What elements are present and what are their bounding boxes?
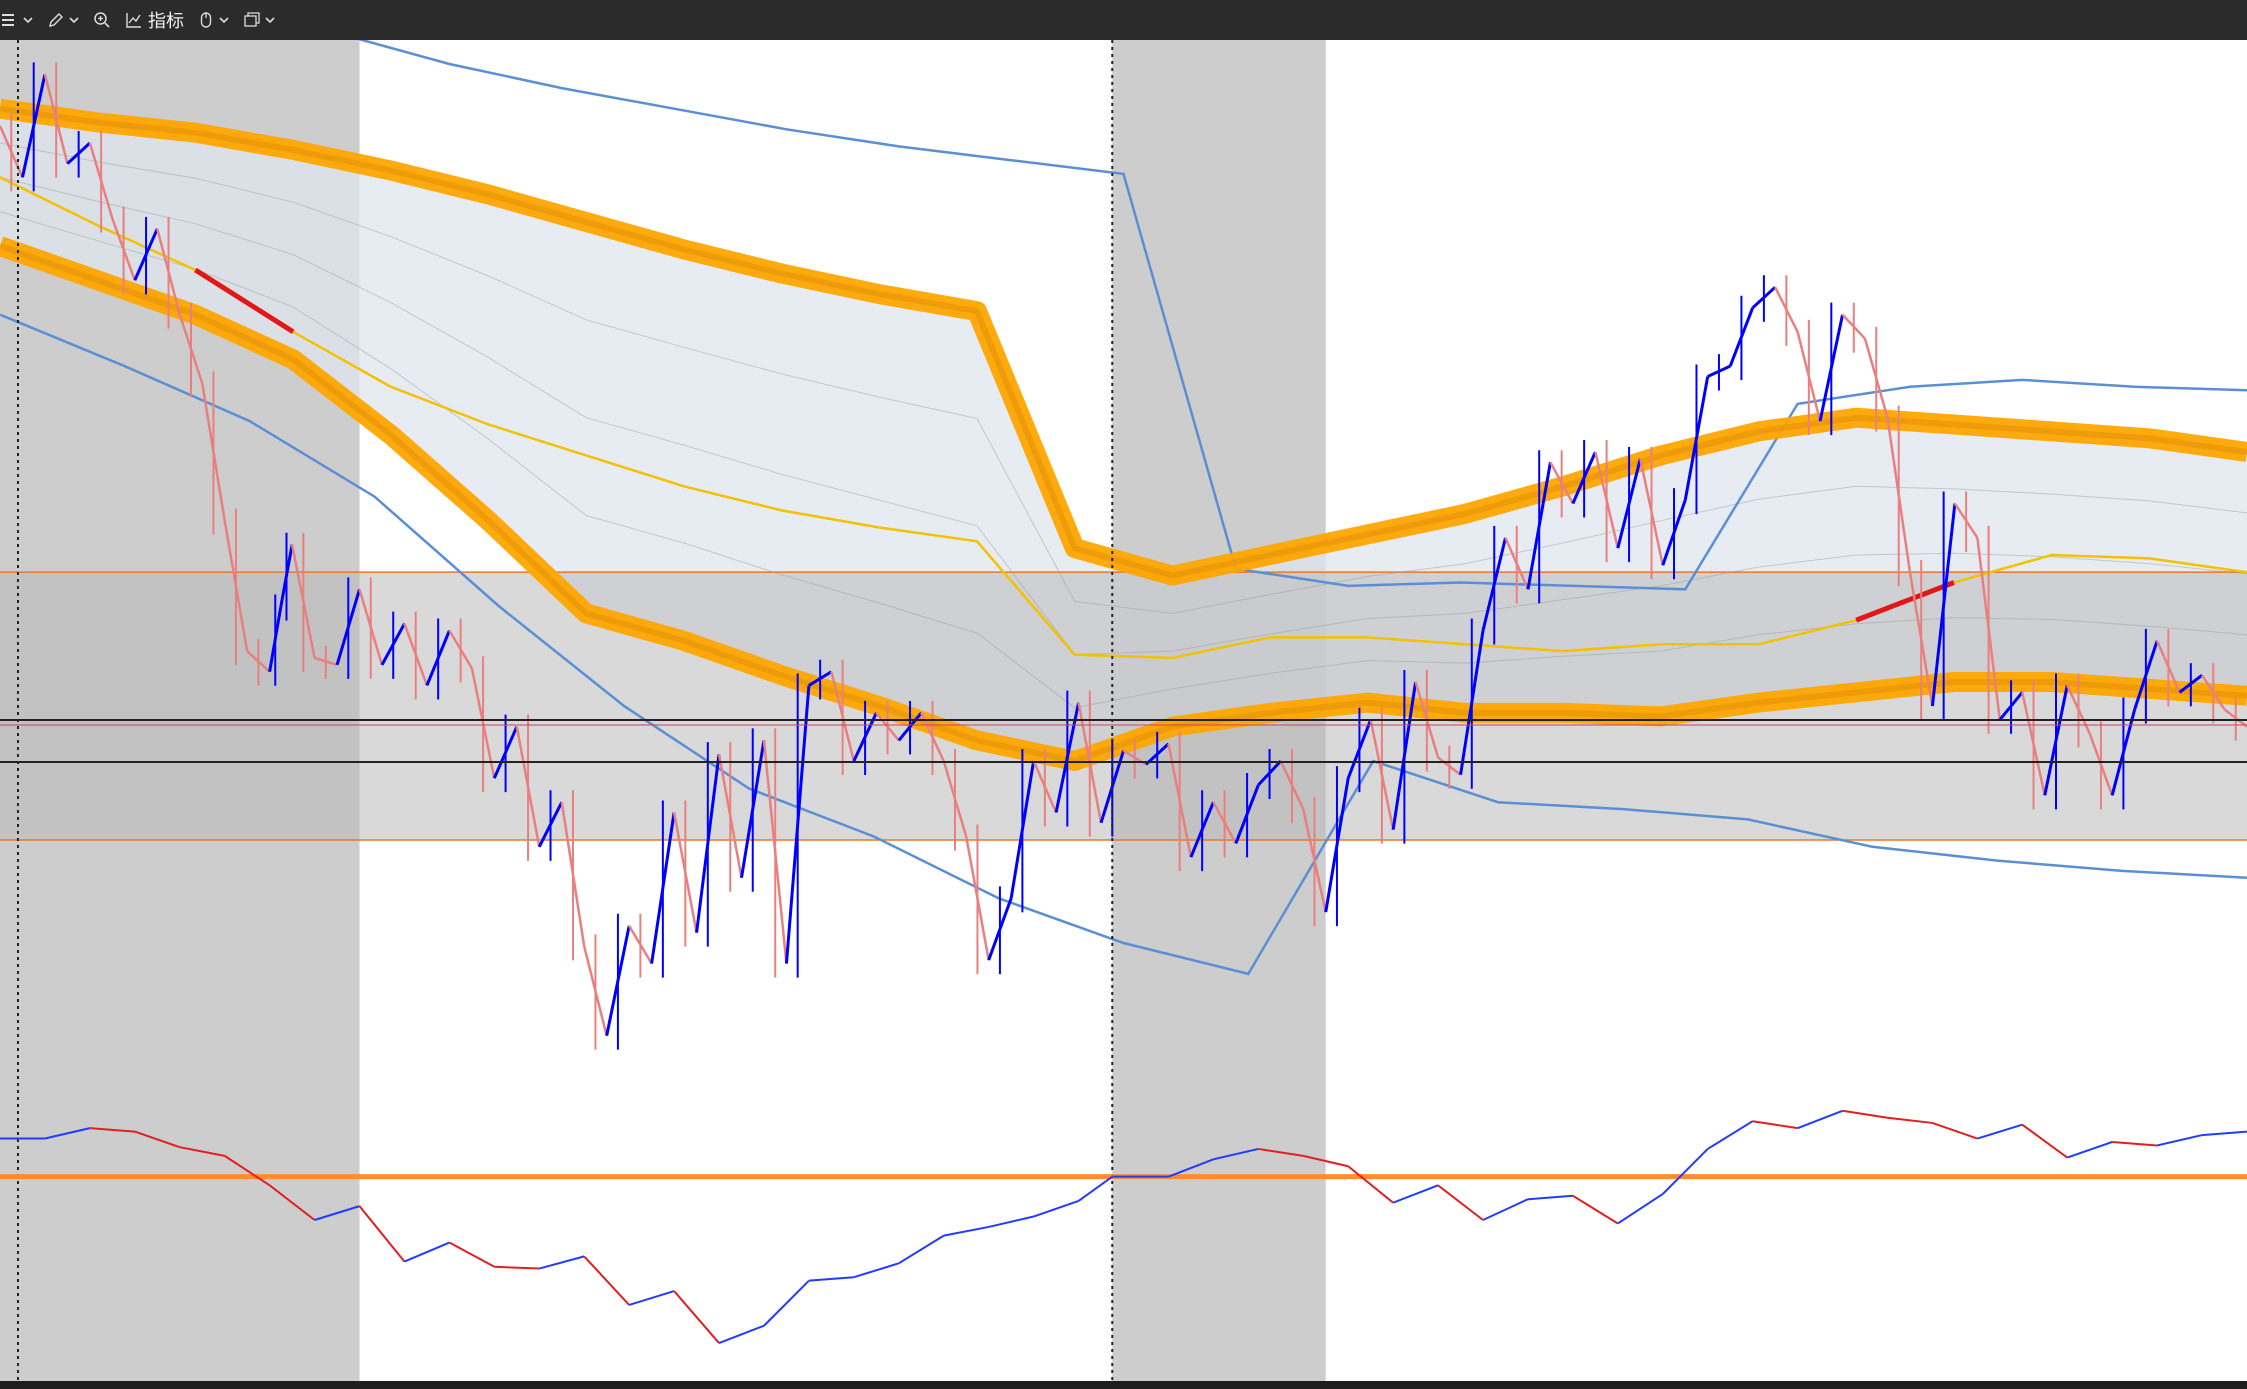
oscillator-segment-49 bbox=[2156, 1134, 2203, 1147]
oscillator-segment-39 bbox=[1707, 1120, 1754, 1150]
oscillator-segment-18 bbox=[763, 1279, 810, 1327]
oscillator-segment-23 bbox=[988, 1215, 1034, 1228]
oscillator-segment-16 bbox=[673, 1290, 720, 1344]
zoom-button[interactable] bbox=[92, 0, 112, 40]
chevron-down-icon bbox=[264, 14, 276, 26]
mouse-mode-button[interactable] bbox=[196, 0, 230, 40]
oscillator-segment-36 bbox=[1572, 1194, 1619, 1225]
oscillator-segment-13 bbox=[539, 1255, 585, 1270]
chevron-down-icon bbox=[218, 14, 230, 26]
indicators-button[interactable]: 指标 bbox=[124, 0, 184, 40]
oscillator-segment-12 bbox=[494, 1265, 540, 1270]
oscillator-segment-32 bbox=[1392, 1184, 1439, 1204]
oscillator-segment-21 bbox=[898, 1234, 945, 1265]
oscillator-segment-17 bbox=[718, 1324, 765, 1344]
pencil-icon bbox=[46, 10, 66, 30]
oscillator-segment-34 bbox=[1482, 1198, 1529, 1221]
draw-tool-button[interactable] bbox=[46, 0, 80, 40]
oscillator-segment-45 bbox=[1977, 1123, 2023, 1140]
oscillator-segment-35 bbox=[1527, 1194, 1573, 1201]
chart-toolbar: 指标 bbox=[0, 0, 2247, 40]
oscillator-segment-46 bbox=[2021, 1123, 2068, 1159]
chevron-down-icon bbox=[22, 14, 34, 26]
oscillator-segment-19 bbox=[808, 1276, 854, 1282]
oscillator-segment-43 bbox=[1887, 1116, 1933, 1124]
oscillator-segment-10 bbox=[404, 1241, 450, 1263]
oscillator-segment-9 bbox=[358, 1205, 406, 1263]
oscillator-segment-25 bbox=[1077, 1175, 1113, 1202]
oscillator-segment-33 bbox=[1437, 1184, 1484, 1221]
oscillator-segment-44 bbox=[1932, 1121, 1978, 1140]
oscillator-segment-42 bbox=[1842, 1109, 1888, 1119]
oscillator-segment-48 bbox=[2112, 1141, 2158, 1147]
indicators-label: 指标 bbox=[148, 11, 184, 32]
zoom-in-icon bbox=[92, 10, 112, 30]
oscillator-segment-47 bbox=[2066, 1141, 2113, 1159]
indicator-chart-icon bbox=[124, 10, 144, 30]
oscillator-segment-38 bbox=[1662, 1148, 1709, 1195]
oscillator-segment-41 bbox=[1797, 1109, 1843, 1130]
oscillator-segment-40 bbox=[1752, 1120, 1798, 1130]
bars-icon bbox=[0, 10, 20, 30]
oscillator-segment-11 bbox=[448, 1241, 495, 1268]
oscillator-segment-15 bbox=[628, 1290, 675, 1306]
status-bar bbox=[0, 1381, 2247, 1389]
mouse-icon bbox=[196, 10, 216, 30]
range-box bbox=[0, 572, 2247, 840]
oscillator-segment-20 bbox=[853, 1262, 900, 1279]
oscillator-segment-50 bbox=[2201, 1130, 2247, 1137]
oscillator-segment-31 bbox=[1347, 1165, 1394, 1204]
price-chart[interactable] bbox=[0, 40, 2247, 1381]
oscillator-segment-22 bbox=[943, 1225, 989, 1237]
oscillator-segment-14 bbox=[583, 1255, 630, 1306]
windows-icon bbox=[242, 10, 262, 30]
oscillator-segment-24 bbox=[1033, 1199, 1079, 1218]
chevron-down-icon bbox=[68, 14, 80, 26]
window-layout-button[interactable] bbox=[242, 0, 276, 40]
oscillator-segment-37 bbox=[1617, 1193, 1664, 1225]
bars-menu-button[interactable] bbox=[0, 0, 34, 40]
